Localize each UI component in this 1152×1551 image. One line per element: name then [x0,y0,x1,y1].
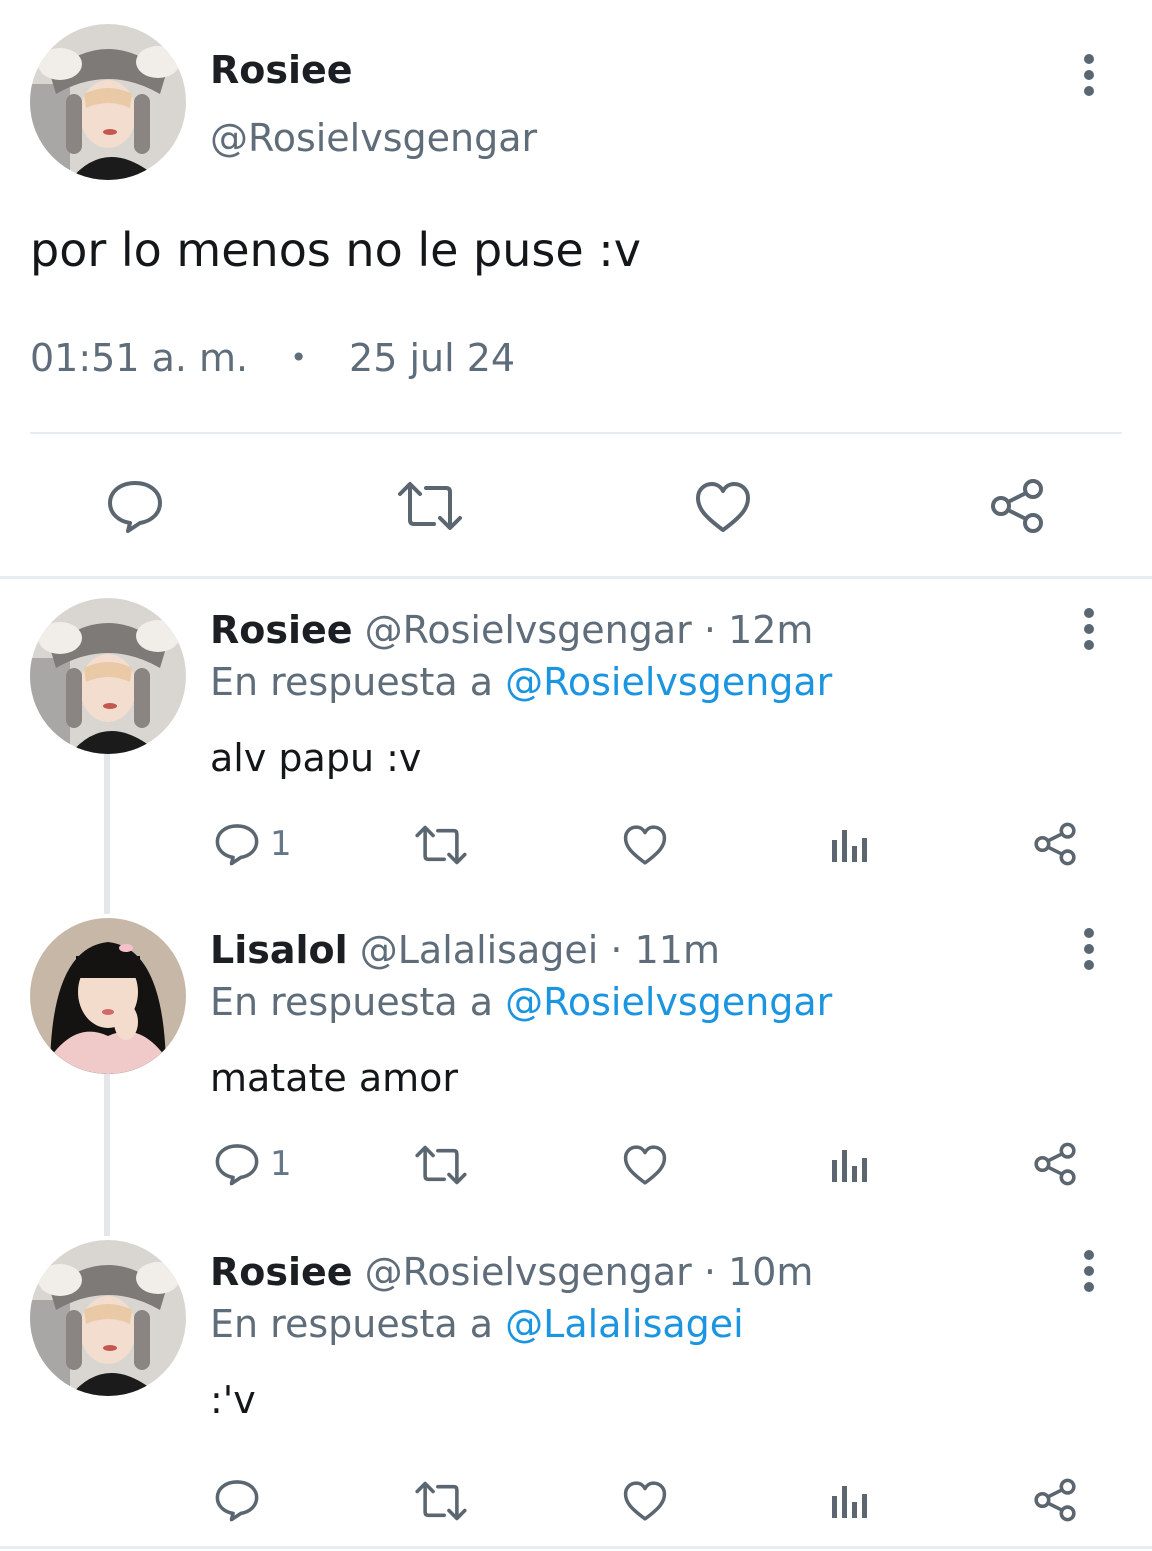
author-handle[interactable]: @Rosielvsgengar [365,1250,692,1294]
reply-header: Rosiee @Rosielvsgengar · 12m [210,606,813,654]
reply-icon[interactable] [214,1142,260,1186]
reply-to-link[interactable]: @Lalalisagei [505,1302,744,1346]
retweet-icon[interactable] [414,1480,468,1522]
avatar[interactable] [30,1240,186,1396]
reply-prefix: En respuesta a [210,980,494,1024]
tweet-age: 10m [728,1250,814,1294]
author-name[interactable]: Lisalol [210,928,348,972]
analytics-icon[interactable] [830,1146,870,1184]
more-icon[interactable] [1077,608,1101,652]
reply-prefix: En respuesta a [210,660,494,704]
reply-prefix: En respuesta a [210,1302,494,1346]
author-name[interactable]: Rosiee [210,46,353,94]
tweet-time: 01:51 a. m. [30,336,249,380]
thread-line [104,1074,110,1236]
author-name[interactable]: Rosiee [210,1250,353,1294]
more-icon[interactable] [1077,1250,1101,1294]
reply-icon[interactable] [106,478,164,534]
tweet-age: 12m [728,608,814,652]
reply-icon[interactable] [214,822,260,866]
author-handle[interactable]: @Lalalisagei [360,928,599,972]
reply-icon[interactable] [214,1478,260,1522]
tweet-text: por lo menos no le puse :v [30,223,642,277]
tweet-meta: 01:51 a. m. • 25 jul 24 [30,334,515,382]
reply-header: Lisalol @Lalalisagei · 11m [210,926,720,974]
rosiee-avatar-image [30,598,186,754]
reply-context: En respuesta a @Lalalisagei [210,1300,744,1348]
analytics-icon[interactable] [830,1482,870,1520]
tweet-text: :'v [210,1378,256,1422]
thread-line [104,754,110,914]
reply-count: 1 [270,824,292,864]
reply-count: 1 [270,1144,292,1184]
avatar[interactable] [30,918,186,1074]
rosiee-avatar-image [30,1240,186,1396]
share-icon[interactable] [1032,1142,1078,1186]
analytics-icon[interactable] [830,826,870,864]
tweet-date: 25 jul 24 [349,336,516,380]
more-icon[interactable] [1077,54,1101,98]
bottom-divider [0,1546,1152,1549]
tweet-text: matate amor [210,1056,459,1100]
like-icon[interactable] [622,824,668,866]
lisalol-avatar-image [30,918,186,1074]
like-icon[interactable] [694,480,752,534]
meta-separator: • [290,341,307,374]
retweet-icon[interactable] [396,480,464,532]
reply-context: En respuesta a @Rosielvsgengar [210,978,832,1026]
meta-dot: · [610,928,623,972]
retweet-icon[interactable] [414,1144,468,1186]
share-icon[interactable] [988,478,1046,534]
share-icon[interactable] [1032,822,1078,866]
meta-dot: · [703,608,716,652]
reply-context: En respuesta a @Rosielvsgengar [210,658,832,706]
author-name[interactable]: Rosiee [210,608,353,652]
section-divider [0,576,1152,579]
author-handle[interactable]: @Rosielvsgengar [365,608,692,652]
meta-dot: · [703,1250,716,1294]
avatar[interactable] [30,598,186,754]
tweet-age: 11m [634,928,720,972]
avatar[interactable] [30,24,186,180]
share-icon[interactable] [1032,1478,1078,1522]
like-icon[interactable] [622,1144,668,1186]
tweet-text: alv papu :v [210,736,422,780]
author-handle[interactable]: @Rosielvsgengar [210,114,537,162]
reply-header: Rosiee @Rosielvsgengar · 10m [210,1248,813,1296]
reply-to-link[interactable]: @Rosielvsgengar [505,980,832,1024]
retweet-icon[interactable] [414,824,468,866]
more-icon[interactable] [1077,928,1101,972]
reply-to-link[interactable]: @Rosielvsgengar [505,660,832,704]
like-icon[interactable] [622,1480,668,1522]
rosiee-avatar-image [30,24,186,180]
divider [30,432,1122,434]
